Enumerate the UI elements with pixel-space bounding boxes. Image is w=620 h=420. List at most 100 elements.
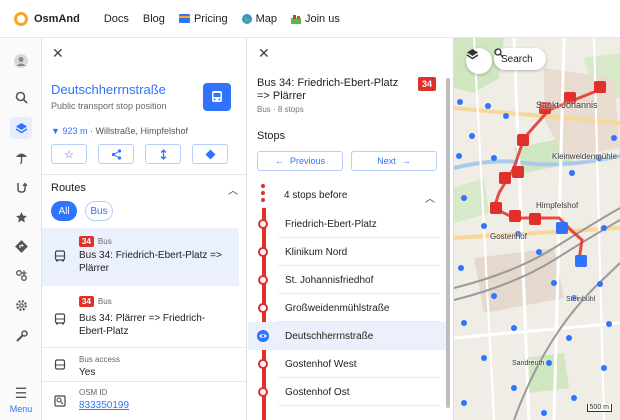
route-badge: 34	[79, 236, 94, 247]
close-icon[interactable]: ✕	[52, 45, 64, 62]
stop-marker	[258, 219, 268, 229]
route-name-line2: Ebert-Platz	[79, 326, 129, 337]
route-badge: 34	[418, 77, 437, 91]
stop-subtitle: Public transport stop position	[51, 101, 167, 111]
nav-link-map[interactable]: Map	[241, 12, 277, 25]
menu-icon: ☰	[14, 385, 28, 401]
stop-bus-button[interactable]	[203, 83, 231, 111]
bus-icon	[54, 250, 66, 262]
weather-icon[interactable]	[10, 146, 32, 168]
map-view[interactable]: Search Sankt Johannis Kleinweidenmühle H…	[454, 38, 620, 420]
tools-icon[interactable]	[10, 325, 32, 347]
nav-link-docs-label: Docs	[103, 12, 129, 25]
chevron-up-icon[interactable]: ︿	[228, 182, 238, 197]
bus-access-label: Bus access	[79, 355, 120, 364]
share-button[interactable]	[98, 144, 134, 164]
nav-link-pricing[interactable]: Pricing	[178, 13, 228, 25]
next-button[interactable]: Next →	[351, 151, 437, 171]
plugins-icon[interactable]	[10, 264, 32, 286]
route-details-panel: ✕ Bus 34: Friedrich-Ebert-Platz => Plärr…	[248, 38, 454, 420]
top-navigation: OsmAnd Docs Blog Pricing Map Join us	[0, 0, 620, 38]
direction-arrow-icon: ▼	[51, 126, 60, 136]
map-label: Himpfelshof	[536, 201, 579, 210]
chevron-up-icon[interactable]: ︿	[425, 190, 435, 205]
route-meta: Bus · 8 stops	[257, 105, 304, 114]
map-label: Sandreuth	[512, 360, 545, 367]
stop-marker	[258, 387, 268, 397]
stop-item[interactable]: Gostenhof Ost	[248, 378, 446, 406]
stops-before-toggle[interactable]: 4 stops before	[284, 190, 347, 201]
search-icon[interactable]	[10, 86, 32, 108]
nav-link-blog-label: Blog	[142, 12, 165, 25]
route-item[interactable]: 34 Bus Bus 34: Friedrich-Ebert-Platz => P…	[42, 228, 239, 286]
navigation-icon[interactable]	[10, 235, 32, 257]
route-item[interactable]: 34 Bus Bus 34: Plärrer => Friedrich- Eber…	[42, 288, 239, 346]
stop-marker	[258, 303, 268, 313]
nav-link-join-us[interactable]: Join us	[290, 13, 340, 25]
route-icon[interactable]	[10, 176, 32, 198]
osm-id-icon	[54, 395, 66, 407]
routes-heading: Routes	[51, 182, 86, 194]
bus-icon	[54, 313, 66, 325]
direction-from-button[interactable]	[145, 144, 181, 164]
favorite-icon[interactable]	[10, 206, 32, 228]
menu-button[interactable]: ☰ Menu	[0, 385, 42, 414]
globe-icon	[241, 13, 252, 24]
route-header: 34 Bus	[79, 235, 112, 247]
arrow-right-icon: →	[401, 156, 411, 166]
eye-icon	[257, 330, 269, 342]
stop-actions: ☆	[51, 144, 228, 164]
account-icon[interactable]	[10, 50, 32, 72]
search-icon	[494, 48, 504, 58]
star-icon: ☆	[64, 148, 74, 161]
filter-all-chip[interactable]: All	[51, 201, 77, 221]
route-line-dot	[261, 198, 265, 202]
stop-item[interactable]: Gostenhof West	[248, 350, 446, 378]
route-header: 34 Bus	[79, 295, 112, 307]
layers-icon	[466, 49, 479, 60]
route-name-line1: Bus 34: Friedrich-Ebert-Platz =>	[79, 250, 222, 261]
scrollbar[interactable]	[446, 78, 450, 408]
settings-icon[interactable]	[10, 294, 32, 316]
stop-item[interactable]: St. Johannisfriedhof	[248, 266, 446, 294]
route-type: Bus	[97, 237, 112, 246]
navigate-button[interactable]	[192, 144, 228, 164]
stop-item[interactable]: Großweidenmühlstraße	[248, 294, 446, 322]
map-label: Kleinweidenmühle	[552, 152, 617, 161]
stop-name: St. Johannisfriedhof	[285, 275, 374, 286]
favorite-button[interactable]: ☆	[51, 144, 87, 164]
layers-icon[interactable]	[10, 117, 32, 139]
stops-heading: Stops	[257, 130, 286, 142]
stop-item-current[interactable]: Deutschherrnstraße	[248, 322, 446, 350]
nav-link-docs[interactable]: Docs	[104, 13, 129, 25]
route-type: Bus	[97, 297, 112, 306]
divider	[42, 174, 246, 175]
map-label: Steinbühl	[566, 296, 596, 303]
route-badge: 34	[79, 296, 94, 307]
close-icon[interactable]: ✕	[258, 45, 270, 62]
nav-link-blog[interactable]: Blog	[143, 13, 165, 25]
nav-link-map-label: Map	[255, 12, 277, 25]
osmand-logo-icon	[14, 11, 28, 26]
divider	[42, 347, 246, 348]
up-down-arrow-icon	[160, 148, 166, 160]
next-label: Next	[377, 156, 396, 166]
filter-bus-chip[interactable]: Bus	[85, 201, 113, 221]
stop-item[interactable]: Klinikum Nord	[248, 238, 446, 266]
map-search-button[interactable]: Search	[494, 48, 546, 70]
share-icon	[111, 148, 121, 160]
stop-details-panel: ✕ Deutschherrnstraße Public transport st…	[42, 38, 247, 420]
stop-title: Deutschherrnstraße	[51, 82, 166, 97]
arrow-left-icon: ←	[274, 156, 284, 166]
brand[interactable]: OsmAnd	[14, 11, 80, 26]
bus-icon	[212, 91, 222, 102]
stop-name: Deutschherrnstraße	[285, 331, 374, 342]
left-rail: ☰ Menu	[0, 38, 42, 420]
stop-item[interactable]: Friedrich-Ebert-Platz	[248, 210, 446, 238]
stop-marker	[258, 247, 268, 257]
map-label: Sankt Johannis	[536, 100, 598, 110]
previous-button[interactable]: ← Previous	[257, 151, 343, 171]
map-layers-button[interactable]	[466, 48, 492, 74]
osm-id-link[interactable]: 833350199	[79, 400, 129, 411]
divider	[42, 381, 246, 382]
